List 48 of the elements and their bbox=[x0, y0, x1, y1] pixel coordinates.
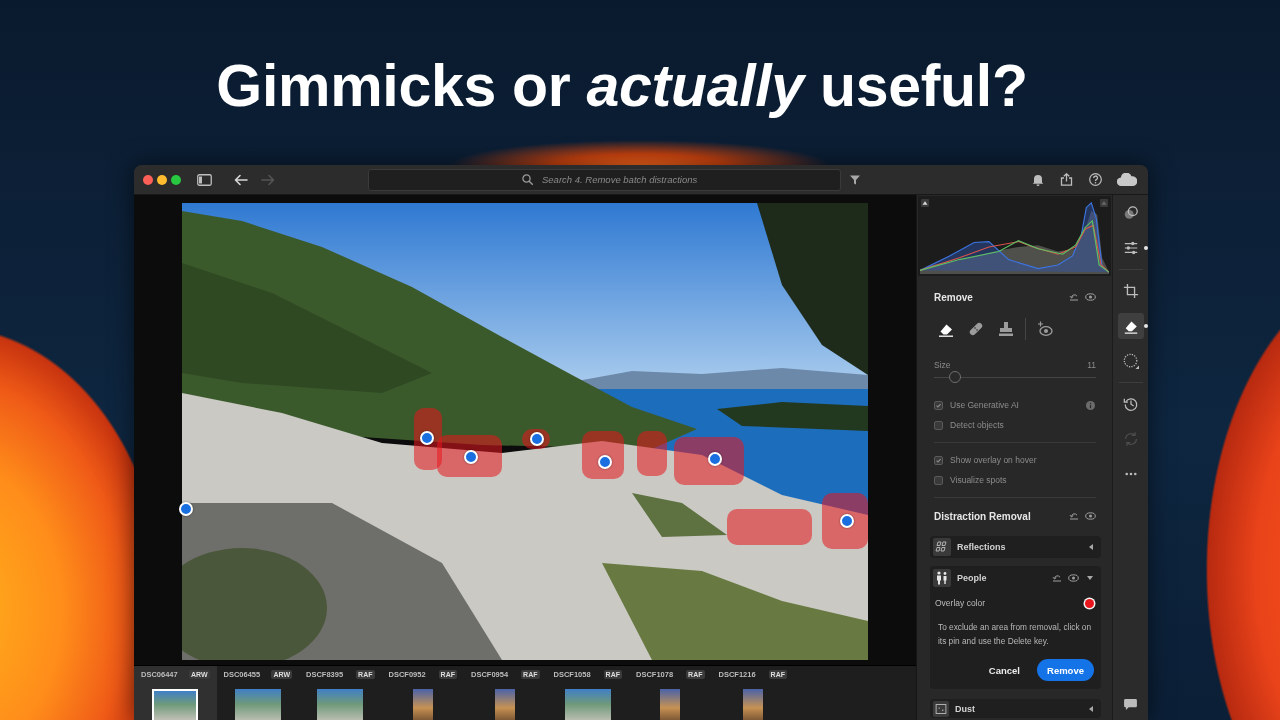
triangle-toggle-icon[interactable] bbox=[1100, 199, 1108, 207]
size-label: Size bbox=[934, 359, 951, 370]
section-title: Distraction Removal bbox=[934, 510, 1032, 522]
overlay-color-label: Overlay color bbox=[935, 598, 986, 608]
reflections-icon bbox=[933, 538, 951, 556]
caret-down-icon[interactable] bbox=[1087, 576, 1093, 580]
help-icon[interactable] bbox=[1089, 173, 1102, 186]
maximize-icon[interactable] bbox=[171, 174, 181, 185]
eye-icon[interactable] bbox=[1068, 574, 1079, 582]
pin-icon[interactable] bbox=[420, 431, 434, 445]
option-label: Use Generative AI bbox=[950, 400, 1020, 410]
eye-icon[interactable] bbox=[1085, 512, 1096, 520]
eye-icon[interactable] bbox=[1085, 293, 1096, 301]
dust-icon bbox=[933, 700, 949, 717]
search-field[interactable]: Search 4. Remove batch distractions bbox=[368, 168, 841, 191]
filter-icon[interactable] bbox=[850, 174, 860, 185]
color-swatch-icon[interactable] bbox=[1085, 598, 1094, 608]
reset-icon[interactable] bbox=[1069, 293, 1079, 301]
option-label: Visualize spots bbox=[950, 475, 1008, 485]
minimize-icon[interactable] bbox=[157, 174, 167, 185]
category-label[interactable]: People bbox=[957, 573, 1052, 583]
headline: Gimmicks or actually useful? bbox=[216, 52, 1028, 121]
search-icon bbox=[522, 174, 533, 185]
remove-button[interactable]: Remove bbox=[1037, 659, 1094, 681]
sidebar-toggle-icon[interactable] bbox=[197, 173, 212, 186]
caret-left-icon[interactable] bbox=[1089, 544, 1093, 550]
size-value: 11 bbox=[1087, 359, 1096, 370]
eye-plus-icon bbox=[1037, 321, 1053, 337]
close-icon[interactable] bbox=[143, 174, 153, 185]
back-arrow-icon[interactable] bbox=[234, 173, 248, 186]
option-label: Detect objects bbox=[950, 420, 1005, 430]
cancel-button[interactable]: Cancel bbox=[986, 660, 1022, 680]
reset-icon[interactable] bbox=[1052, 574, 1062, 582]
toolbar-button[interactable] bbox=[1117, 313, 1144, 339]
pin-icon[interactable] bbox=[179, 502, 193, 516]
bell-icon[interactable] bbox=[1032, 173, 1044, 186]
share-icon[interactable] bbox=[1060, 173, 1073, 186]
stamp-icon bbox=[998, 321, 1014, 337]
triangle-toggle-icon[interactable] bbox=[921, 199, 929, 207]
category-label[interactable]: Dust bbox=[955, 703, 1081, 714]
reset-icon[interactable] bbox=[1069, 512, 1079, 520]
help-text: To exclude an area from removal, click on its pin and use the Delete key. bbox=[937, 621, 1093, 648]
section-title: Remove bbox=[934, 291, 974, 303]
people-icon bbox=[933, 569, 951, 587]
option-label: Show overlay on hover bbox=[950, 455, 1038, 465]
caret-left-icon[interactable] bbox=[1089, 705, 1093, 712]
category-label[interactable]: Reflections bbox=[957, 542, 1081, 552]
cloud-icon[interactable] bbox=[1117, 173, 1137, 186]
